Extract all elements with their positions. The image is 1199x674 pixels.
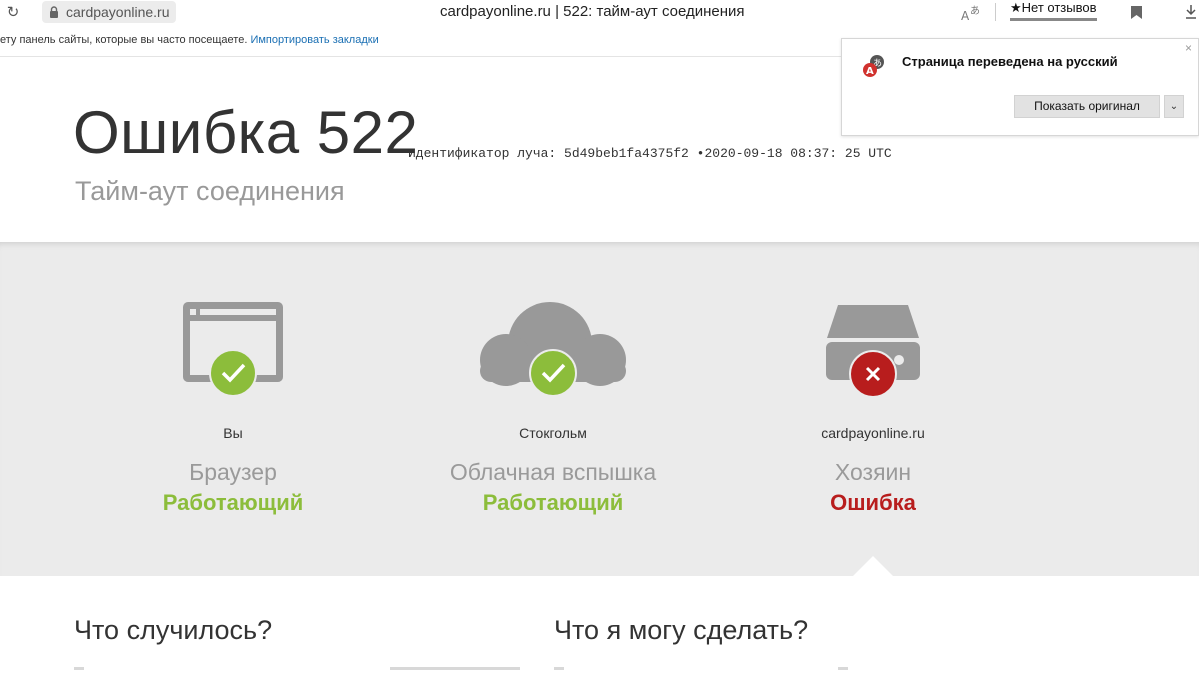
- status-badge: Ошибка: [830, 490, 916, 515]
- text-fragment: [838, 667, 848, 670]
- node-role: Хозяин: [834, 459, 912, 485]
- text-fragment: [390, 667, 520, 670]
- node-role: Браузер: [189, 459, 277, 485]
- server-drive-icon: [826, 305, 920, 398]
- close-icon[interactable]: ×: [1185, 41, 1192, 55]
- download-icon[interactable]: [1185, 4, 1197, 20]
- browser-window-icon: [183, 302, 283, 397]
- show-original-button[interactable]: Показать оригинал: [1014, 95, 1160, 118]
- node-location: Стокгольм: [519, 425, 587, 441]
- cloud-icon: [480, 302, 626, 397]
- bookmark-icon[interactable]: [1131, 6, 1142, 19]
- node-location: Вы: [223, 425, 243, 441]
- node-role: Облачная вспышка: [449, 459, 657, 485]
- lock-icon: [50, 6, 58, 18]
- text-fragment: [554, 667, 564, 670]
- text-fragment: [74, 667, 84, 670]
- reload-icon[interactable]: ↻: [4, 4, 22, 22]
- what-happened-heading: Что случилось?: [74, 615, 273, 645]
- status-badge: Работающий: [482, 490, 624, 515]
- error-pointer: [852, 556, 894, 577]
- node-location: cardpayonline.ru: [821, 425, 925, 441]
- status-badge: Работающий: [162, 490, 304, 515]
- what-can-i-do-heading: Что я могу сделать?: [554, 615, 809, 645]
- chevron-down-icon[interactable]: ⌄: [1164, 95, 1184, 118]
